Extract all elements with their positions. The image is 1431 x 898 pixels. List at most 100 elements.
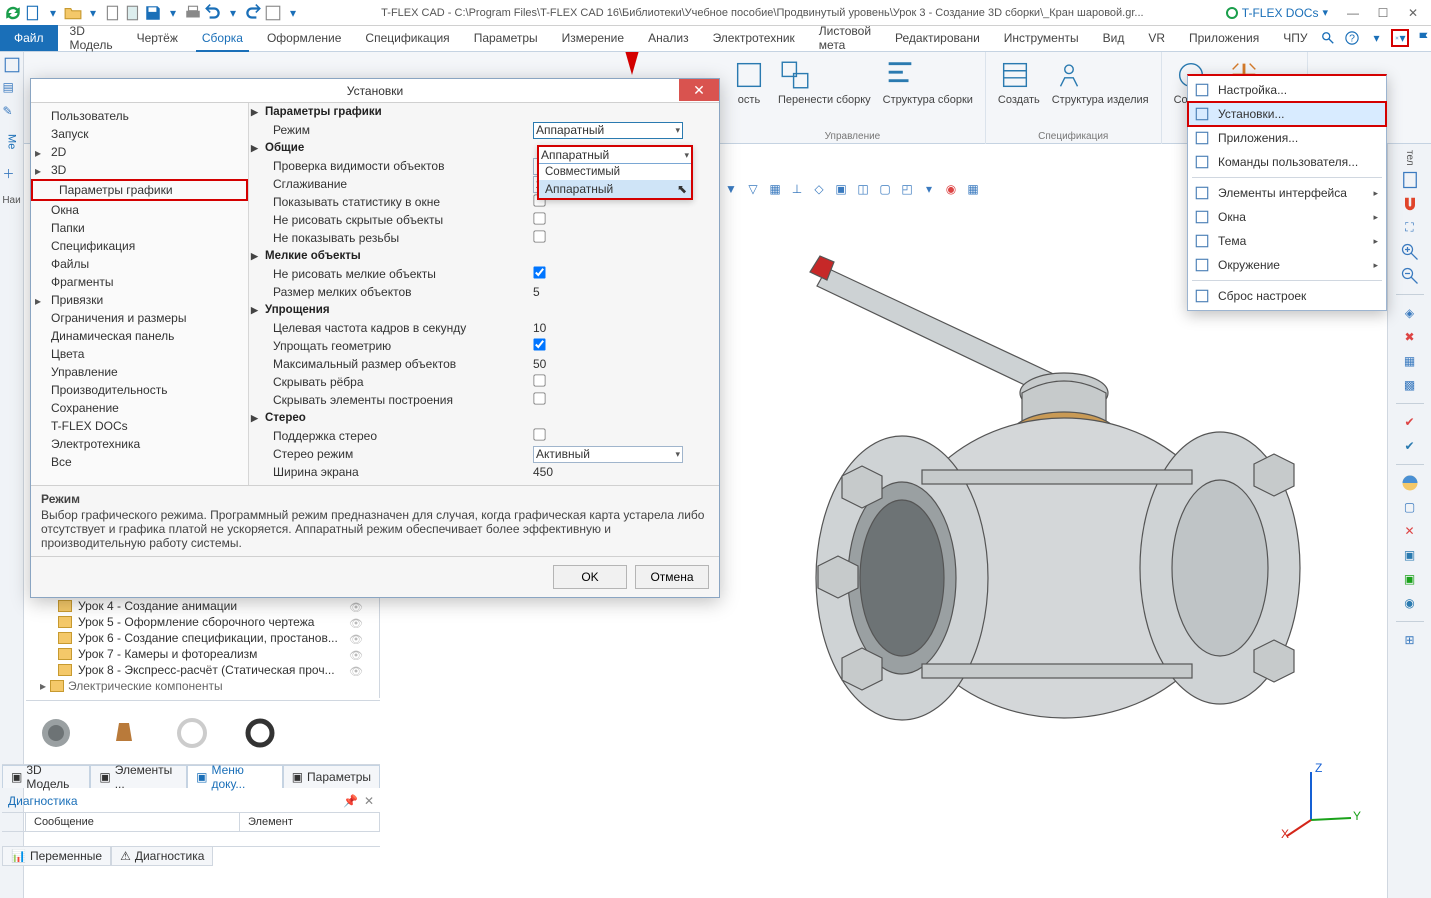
menu-item[interactable]: Настройка... [1188,78,1386,102]
grid-icon[interactable]: ⊞ [1400,630,1420,650]
sync-icon[interactable] [4,4,22,22]
zoom-out-icon[interactable] [1400,266,1420,286]
main-tab[interactable]: Приложения [1177,25,1271,51]
doc-icon[interactable] [1400,170,1420,190]
tree-node[interactable]: Электротехника [31,435,248,453]
param-value[interactable] [533,428,683,444]
cancel-button[interactable]: Отмена [635,565,709,589]
box5-icon[interactable]: ◉ [942,180,960,198]
ribbon-icon[interactable] [1052,58,1086,92]
param-value[interactable] [533,212,683,228]
thumb[interactable] [36,713,76,753]
main-tab[interactable]: Анализ [636,25,701,51]
main-tab[interactable]: Электротехник [701,25,807,51]
main-tab[interactable]: Чертёж [125,25,190,51]
check-blue-icon[interactable]: ✔ [1400,436,1420,456]
dropdown-icon[interactable]: ▾ [164,4,182,22]
tree-node[interactable]: Цвета [31,345,248,363]
param-value[interactable] [533,374,683,390]
param-value[interactable] [533,266,683,282]
open-icon[interactable] [64,4,82,22]
dropdown-icon[interactable]: ▾ [84,4,102,22]
main-tab[interactable]: VR [1136,25,1177,51]
main-tab[interactable]: Редактировани [883,25,992,51]
globe-icon[interactable] [1400,473,1420,493]
param-section-header[interactable]: ▶Мелкие объекты [249,247,719,265]
menu-item[interactable]: Сброс настроек [1188,284,1386,308]
plane-icon[interactable]: ◇ [810,180,828,198]
tree-node[interactable]: Спецификация [31,237,248,255]
help-icon[interactable]: ? [1343,29,1361,47]
check-red-icon[interactable]: ✔ [1400,412,1420,432]
flag-icon[interactable] [1415,29,1431,47]
close-icon[interactable]: ✕ [364,794,374,808]
param-value[interactable]: 450 [533,465,683,479]
main-tab[interactable]: ЧПУ [1271,25,1319,51]
menu-item[interactable]: Установки... [1188,102,1386,126]
delete-icon[interactable]: ✕ [1400,521,1420,541]
menu-item[interactable]: Окружение▸ [1188,253,1386,277]
menu-item[interactable]: Тема▸ [1188,229,1386,253]
param-value[interactable]: 100 [533,483,683,485]
tree-node[interactable]: ▸2D [31,143,248,161]
filter2-icon[interactable]: ▽ [744,180,762,198]
param-section-header[interactable]: ▶Упрощения [249,301,719,319]
tree-node[interactable]: Фрагменты [31,273,248,291]
box-icon[interactable]: ▢ [1400,497,1420,517]
tree-node[interactable]: Управление [31,363,248,381]
ribbon-icon[interactable] [732,58,766,92]
project-item[interactable]: Урок 8 - Экспресс-расчёт (Статическая пр… [26,662,379,678]
part-blue2-icon[interactable]: ◉ [1400,593,1420,613]
combo-option[interactable]: Совместимый [539,164,691,180]
mode-combo-current[interactable]: Аппаратный▾ [539,147,691,164]
project-category[interactable]: ▸Электрические компоненты [26,678,379,694]
tflex-docs-button[interactable]: T-FLEX DOCs▾ [1219,3,1335,23]
tree-node[interactable]: Ограничения и размеры [31,309,248,327]
tree-node[interactable]: Файлы [31,255,248,273]
maximize-button[interactable]: ☐ [1371,4,1395,22]
gear-icon[interactable]: ▾ [1391,29,1409,47]
bottom-tab[interactable]: ▣Элементы ... [90,765,187,788]
ribbon-icon[interactable] [883,58,917,92]
pin-icon[interactable]: 📌 [343,794,358,808]
new-file-icon[interactable] [24,4,42,22]
param-value[interactable] [533,230,683,246]
part-green-icon[interactable]: ▣ [1400,569,1420,589]
project-item[interactable]: Урок 4 - Создание анимации👁 [26,598,379,614]
main-tab[interactable]: Листовой мета [807,25,883,51]
tree-node[interactable]: ▸Привязки [31,291,248,309]
project-item[interactable]: Урок 6 - Создание спецификации, простано… [26,630,379,646]
undo-icon[interactable] [204,4,222,22]
cube-icon[interactable]: ▣ [832,180,850,198]
brush-icon[interactable]: ✎ [3,104,21,122]
param-section-header[interactable]: ▶Параметры графики [249,103,719,121]
layers-icon[interactable]: ▤ [3,80,21,98]
tree-node[interactable]: Запуск [31,125,248,143]
redo-icon[interactable] [244,4,262,22]
menu-item[interactable]: Приложения... [1188,126,1386,150]
main-tab[interactable]: 3D Модель [58,25,125,51]
shade-icon[interactable]: ▩ [1400,375,1420,395]
plus-icon[interactable]: ＋ [3,165,21,183]
iso-icon[interactable]: ◈ [1400,303,1420,323]
dropdown-icon[interactable]: ▾ [224,4,242,22]
thumb[interactable] [240,713,280,753]
bottom-tab[interactable]: ▣Меню доку... [187,765,283,788]
project-item[interactable]: Урок 5 - Оформление сборочного чертежа👁 [26,614,379,630]
menu-item[interactable]: Команды пользователя... [1188,150,1386,174]
menu-item[interactable]: Элементы интерфейса▸ [1188,181,1386,205]
combo-option[interactable]: Аппаратный⬉ [539,180,691,198]
menu-item[interactable]: Окна▸ [1188,205,1386,229]
close-button[interactable]: ✕ [1401,4,1425,22]
dialog-close-button[interactable]: ✕ [679,79,719,101]
box6-icon[interactable]: ▦ [964,180,982,198]
ribbon-icon[interactable] [998,58,1032,92]
dropdown-icon[interactable]: ▾ [44,4,62,22]
ok-button[interactable]: OK [553,565,627,589]
search-icon[interactable] [1319,29,1337,47]
ribbon-icon[interactable] [778,58,812,92]
part-blue-icon[interactable]: ▣ [1400,545,1420,565]
print-icon[interactable] [184,4,202,22]
tree-node[interactable]: Сохранение [31,399,248,417]
diag-tab[interactable]: 📊Переменные [2,847,111,866]
